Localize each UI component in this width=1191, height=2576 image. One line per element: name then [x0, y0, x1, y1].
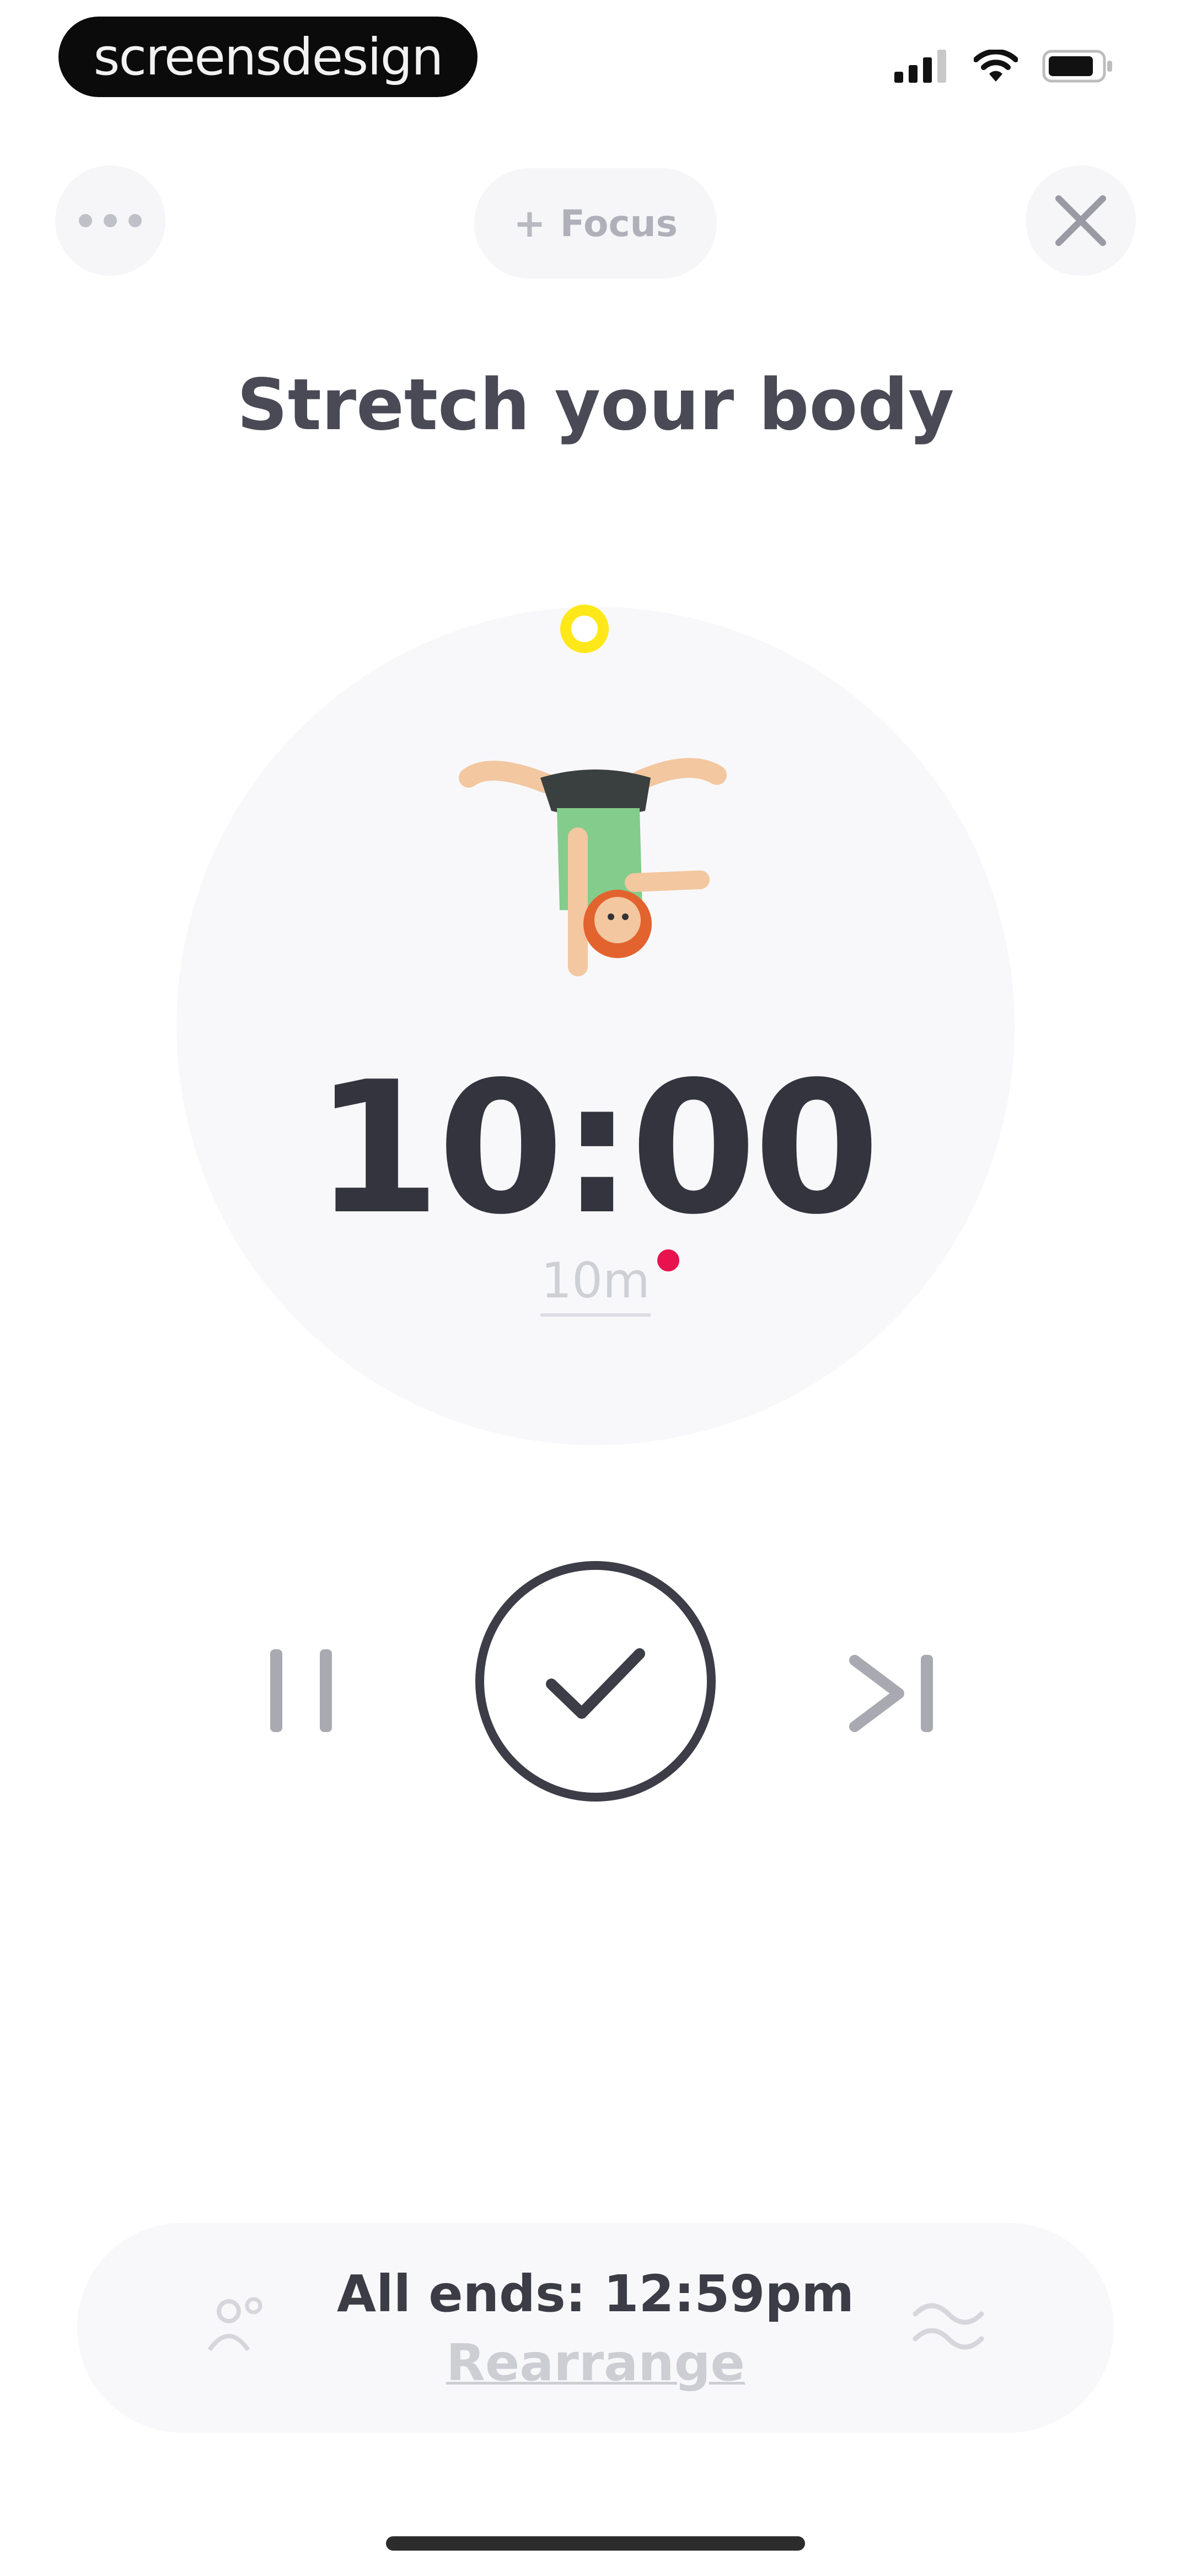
complete-button[interactable] [475, 1561, 716, 1802]
checkmark-icon [546, 1648, 645, 1719]
timer-display: 10:00 [314, 1043, 880, 1254]
close-button[interactable] [1026, 165, 1136, 276]
focus-button[interactable]: + Focus [474, 168, 717, 279]
brand-watermark-text: screensdesign [93, 27, 444, 87]
battery-icon [1042, 50, 1112, 83]
close-icon [1055, 195, 1106, 246]
notification-dot [657, 1249, 679, 1271]
plus-icon: + [513, 201, 546, 246]
timer-circle [176, 607, 1015, 1445]
cellular-signal-icon [894, 50, 946, 83]
duration-label[interactable]: 10m [540, 1252, 651, 1317]
skip-forward-icon [849, 1655, 933, 1732]
task-title: Stretch your body [237, 364, 954, 446]
brand-watermark: screensdesign [58, 17, 478, 97]
focus-label: Focus [560, 202, 678, 245]
wifi-icon [974, 50, 1018, 82]
ends-time-label: All ends: 12:59pm [336, 2264, 855, 2323]
home-indicator[interactable] [386, 2536, 805, 2551]
status-bar-icons [894, 44, 1114, 88]
more-options-button[interactable] [55, 165, 165, 276]
pause-button[interactable] [259, 1644, 347, 1743]
rearrange-link[interactable]: Rearrange [441, 2333, 750, 2392]
progress-indicator [560, 605, 609, 653]
person-handstand-illustration [459, 758, 727, 976]
wave-icon[interactable] [910, 2289, 987, 2361]
pause-icon [270, 1649, 332, 1732]
skip-button[interactable] [844, 1644, 943, 1743]
ellipsis-icon [79, 214, 142, 227]
